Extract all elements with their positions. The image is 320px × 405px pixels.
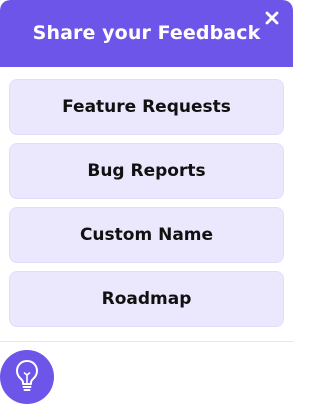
bug-reports-button[interactable]: Bug Reports: [9, 143, 284, 199]
widget-header: Share your Feedback: [0, 0, 293, 67]
feedback-widget: Share your Feedback Feature Requests Bug…: [0, 0, 293, 342]
lightbulb-icon: [12, 358, 42, 396]
roadmap-button[interactable]: Roadmap: [9, 271, 284, 327]
feature-requests-button[interactable]: Feature Requests: [9, 79, 284, 135]
roadmap-label: Roadmap: [101, 289, 192, 309]
feedback-launcher-button[interactable]: [0, 350, 54, 404]
feedback-options: Feature Requests Bug Reports Custom Name…: [9, 79, 284, 335]
feature-requests-label: Feature Requests: [62, 97, 231, 117]
custom-name-button[interactable]: Custom Name: [9, 207, 284, 263]
widget-title: Share your Feedback: [32, 22, 261, 44]
custom-name-label: Custom Name: [79, 225, 214, 245]
close-icon[interactable]: [263, 9, 281, 27]
bug-reports-label: Bug Reports: [87, 161, 206, 181]
